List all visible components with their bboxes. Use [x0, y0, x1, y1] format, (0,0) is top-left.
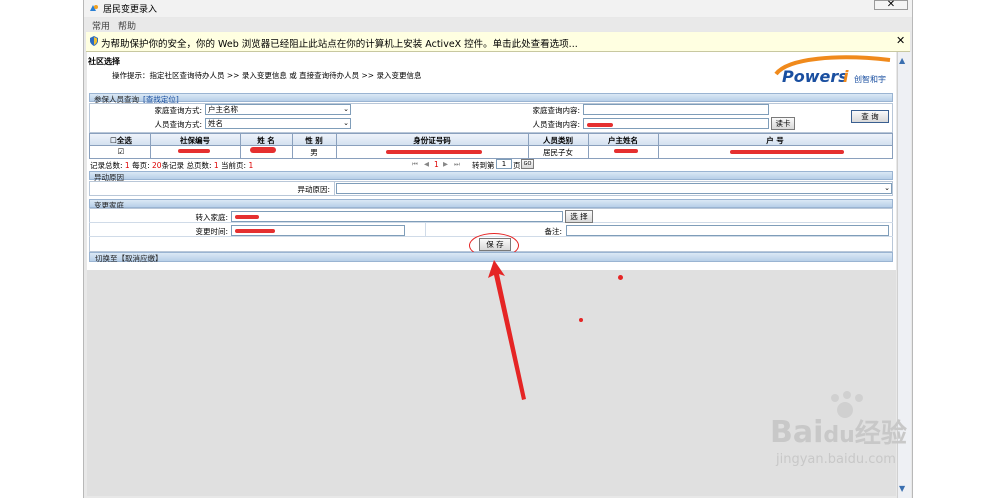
total-value: 1: [124, 161, 130, 170]
current-value: 1: [248, 161, 254, 170]
family-content-label: 家庭查询内容:: [532, 106, 580, 115]
person-mode-value: 姓名: [208, 119, 223, 128]
window-title: 居民变更录入: [103, 5, 158, 15]
chevron-down-icon: ⌄: [343, 105, 349, 113]
to-family-input[interactable]: [231, 211, 563, 222]
menu-item-common[interactable]: 常用: [92, 19, 110, 32]
per-page-value: 20: [152, 161, 162, 170]
column-header-category: 人员类别: [543, 136, 573, 145]
reason-label: 异动原因:: [297, 185, 330, 194]
read-card-button[interactable]: 读卡: [771, 117, 795, 130]
column-header-gender: 性 别: [305, 136, 323, 145]
cell-divider: [425, 222, 426, 236]
goto-label: 转到第: [472, 161, 495, 170]
redaction-mark: [250, 147, 276, 153]
info-bar-message[interactable]: 为帮助保护你的安全，你的 Web 浏览器已经阻止此站点在你的计算机上安装 Act…: [101, 36, 578, 50]
page-number[interactable]: 1: [434, 160, 439, 169]
family-content-input[interactable]: [583, 104, 769, 115]
chevron-down-icon: ⌄: [343, 119, 349, 127]
goto-unit: 页: [513, 161, 521, 170]
redaction-mark: [178, 149, 210, 153]
menu-item-help[interactable]: 帮助: [118, 19, 136, 32]
person-mode-label: 人员查询方式:: [154, 120, 202, 129]
change-time-input[interactable]: [231, 225, 405, 236]
column-header-id: 身份证号码: [413, 136, 451, 145]
watermark-brand-head: Bai: [770, 415, 824, 450]
menu-bar: [84, 18, 912, 31]
redaction-mark: [587, 123, 613, 127]
cell-divider: [334, 181, 335, 196]
pages-value: 1: [213, 161, 219, 170]
last-page-icon[interactable]: ⏭: [454, 160, 460, 169]
record-summary: 记录总数: 1 每页: 20条记录 总页数: 1 当前页: 1: [90, 160, 253, 171]
redaction-mark: [614, 149, 638, 153]
change-family-section-header: [89, 199, 893, 208]
reason-select[interactable]: ⌄: [336, 183, 892, 194]
watermark-brand: Baidu经验: [770, 413, 907, 450]
go-button[interactable]: GO: [521, 159, 534, 169]
per-page-label: 每页:: [132, 161, 150, 170]
chevron-down-icon: ⌄: [884, 184, 890, 192]
to-family-label: 转入家庭:: [195, 213, 228, 222]
column-header-ssn: 社保编号: [180, 136, 210, 145]
redaction-mark: [730, 150, 844, 154]
person-content-label: 人员查询内容:: [532, 120, 580, 129]
remark-label: 备注:: [544, 227, 562, 236]
first-page-icon[interactable]: ⏮: [412, 160, 418, 169]
column-header-head-name: 户主姓名: [608, 136, 638, 145]
switch-link[interactable]: 切换至【取消应缴】: [95, 253, 163, 264]
checkbox-icon[interactable]: ☐: [110, 136, 117, 145]
annotation-arrow: [488, 258, 528, 403]
window-close-button[interactable]: ✕: [874, 0, 908, 10]
select-family-button[interactable]: 选 择: [565, 210, 593, 223]
row-gender: 男: [310, 148, 318, 157]
prev-page-icon[interactable]: ◀: [424, 160, 429, 168]
svg-text:i: i: [843, 67, 849, 86]
row-category: 居民子女: [543, 148, 573, 157]
search-button[interactable]: 查 询: [851, 110, 889, 123]
select-all-header[interactable]: ☐全选: [92, 135, 150, 145]
next-page-icon[interactable]: ▶: [443, 160, 448, 168]
scroll-down-icon[interactable]: ▼: [899, 484, 905, 493]
shield-icon: [89, 36, 99, 46]
select-all-label: 全选: [116, 136, 132, 145]
redaction-mark: [235, 229, 275, 233]
info-bar-close-icon[interactable]: ✕: [896, 34, 905, 47]
column-header-name: 姓 名: [257, 136, 275, 145]
watermark-brand-tail: du: [823, 423, 855, 448]
annotation-dot: [618, 275, 623, 280]
watermark-brand-cn: 经验: [854, 419, 907, 449]
title-bar: [84, 0, 912, 17]
reason-section-header: [89, 171, 893, 180]
query-section-header: [89, 93, 893, 102]
redaction-mark: [386, 150, 482, 154]
remark-input[interactable]: [566, 225, 889, 236]
total-label: 记录总数:: [90, 161, 123, 170]
change-time-label: 变更时间:: [195, 227, 228, 236]
watermark-url: jingyan.baidu.com: [776, 452, 896, 467]
scroll-up-icon[interactable]: ▲: [899, 56, 905, 65]
family-mode-value: 户主名称: [208, 105, 238, 114]
app-icon: [88, 3, 99, 13]
person-content-input[interactable]: [583, 118, 769, 129]
column-header-household-no: 户 号: [766, 136, 784, 145]
current-label: 当前页:: [221, 161, 247, 170]
pages-label: 总页数:: [186, 161, 212, 170]
per-page-unit: 条记录: [161, 161, 185, 170]
person-mode-select[interactable]: 姓名 ⌄: [205, 118, 351, 129]
goto-page-input[interactable]: 1: [496, 159, 512, 169]
annotation-dot: [579, 318, 583, 322]
svg-text:创智和宇: 创智和宇: [854, 74, 886, 84]
family-mode-select[interactable]: 户主名称 ⌄: [205, 104, 351, 115]
family-mode-label: 家庭查询方式:: [154, 106, 202, 115]
row-checkbox[interactable]: ☑: [92, 147, 150, 157]
operation-prompt: 操作提示：指定社区查询待办人员 >> 录入变更信息 或 直接查询待办人员 >> …: [112, 71, 422, 80]
page-title: 社区选择: [88, 57, 120, 66]
redaction-mark: [235, 215, 259, 219]
powersi-logo: Powers i 创智和宇: [768, 54, 894, 90]
svg-text:Powers: Powers: [782, 67, 848, 86]
